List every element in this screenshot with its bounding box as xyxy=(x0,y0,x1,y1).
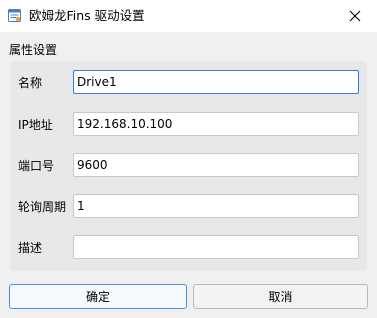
name-input[interactable] xyxy=(73,70,359,94)
window-title: 欧姆龙Fins 驱动设置 xyxy=(29,8,145,23)
title-bar: 欧姆龙Fins 驱动设置 xyxy=(0,0,377,32)
port-input[interactable] xyxy=(73,153,359,177)
field-row-ip: IP地址 xyxy=(10,112,367,138)
properties-group: 名称 IP地址 端口号 轮询周期 描述 xyxy=(10,61,367,271)
cancel-button[interactable]: 取消 xyxy=(193,284,368,309)
description-label: 描述 xyxy=(18,241,43,255)
driver-settings-dialog: 欧姆龙Fins 驱动设置 属性设置 名称 IP地址 端口号 轮询周期 描述 xyxy=(0,0,377,318)
poll-interval-label: 轮询周期 xyxy=(18,200,67,214)
ok-button[interactable]: 确定 xyxy=(9,284,187,309)
close-button[interactable] xyxy=(333,0,377,32)
port-label: 端口号 xyxy=(18,159,55,173)
ip-address-input[interactable] xyxy=(73,112,359,136)
group-title: 属性设置 xyxy=(9,43,58,57)
description-input[interactable] xyxy=(73,235,359,259)
settings-window-icon xyxy=(8,9,21,22)
ip-address-label: IP地址 xyxy=(18,118,53,132)
field-row-poll-interval: 轮询周期 xyxy=(10,194,367,220)
name-label: 名称 xyxy=(18,76,43,90)
field-row-port: 端口号 xyxy=(10,153,367,179)
poll-interval-input[interactable] xyxy=(73,194,359,218)
field-row-description: 描述 xyxy=(10,235,367,261)
field-row-name: 名称 xyxy=(10,70,367,96)
close-icon xyxy=(349,10,361,22)
